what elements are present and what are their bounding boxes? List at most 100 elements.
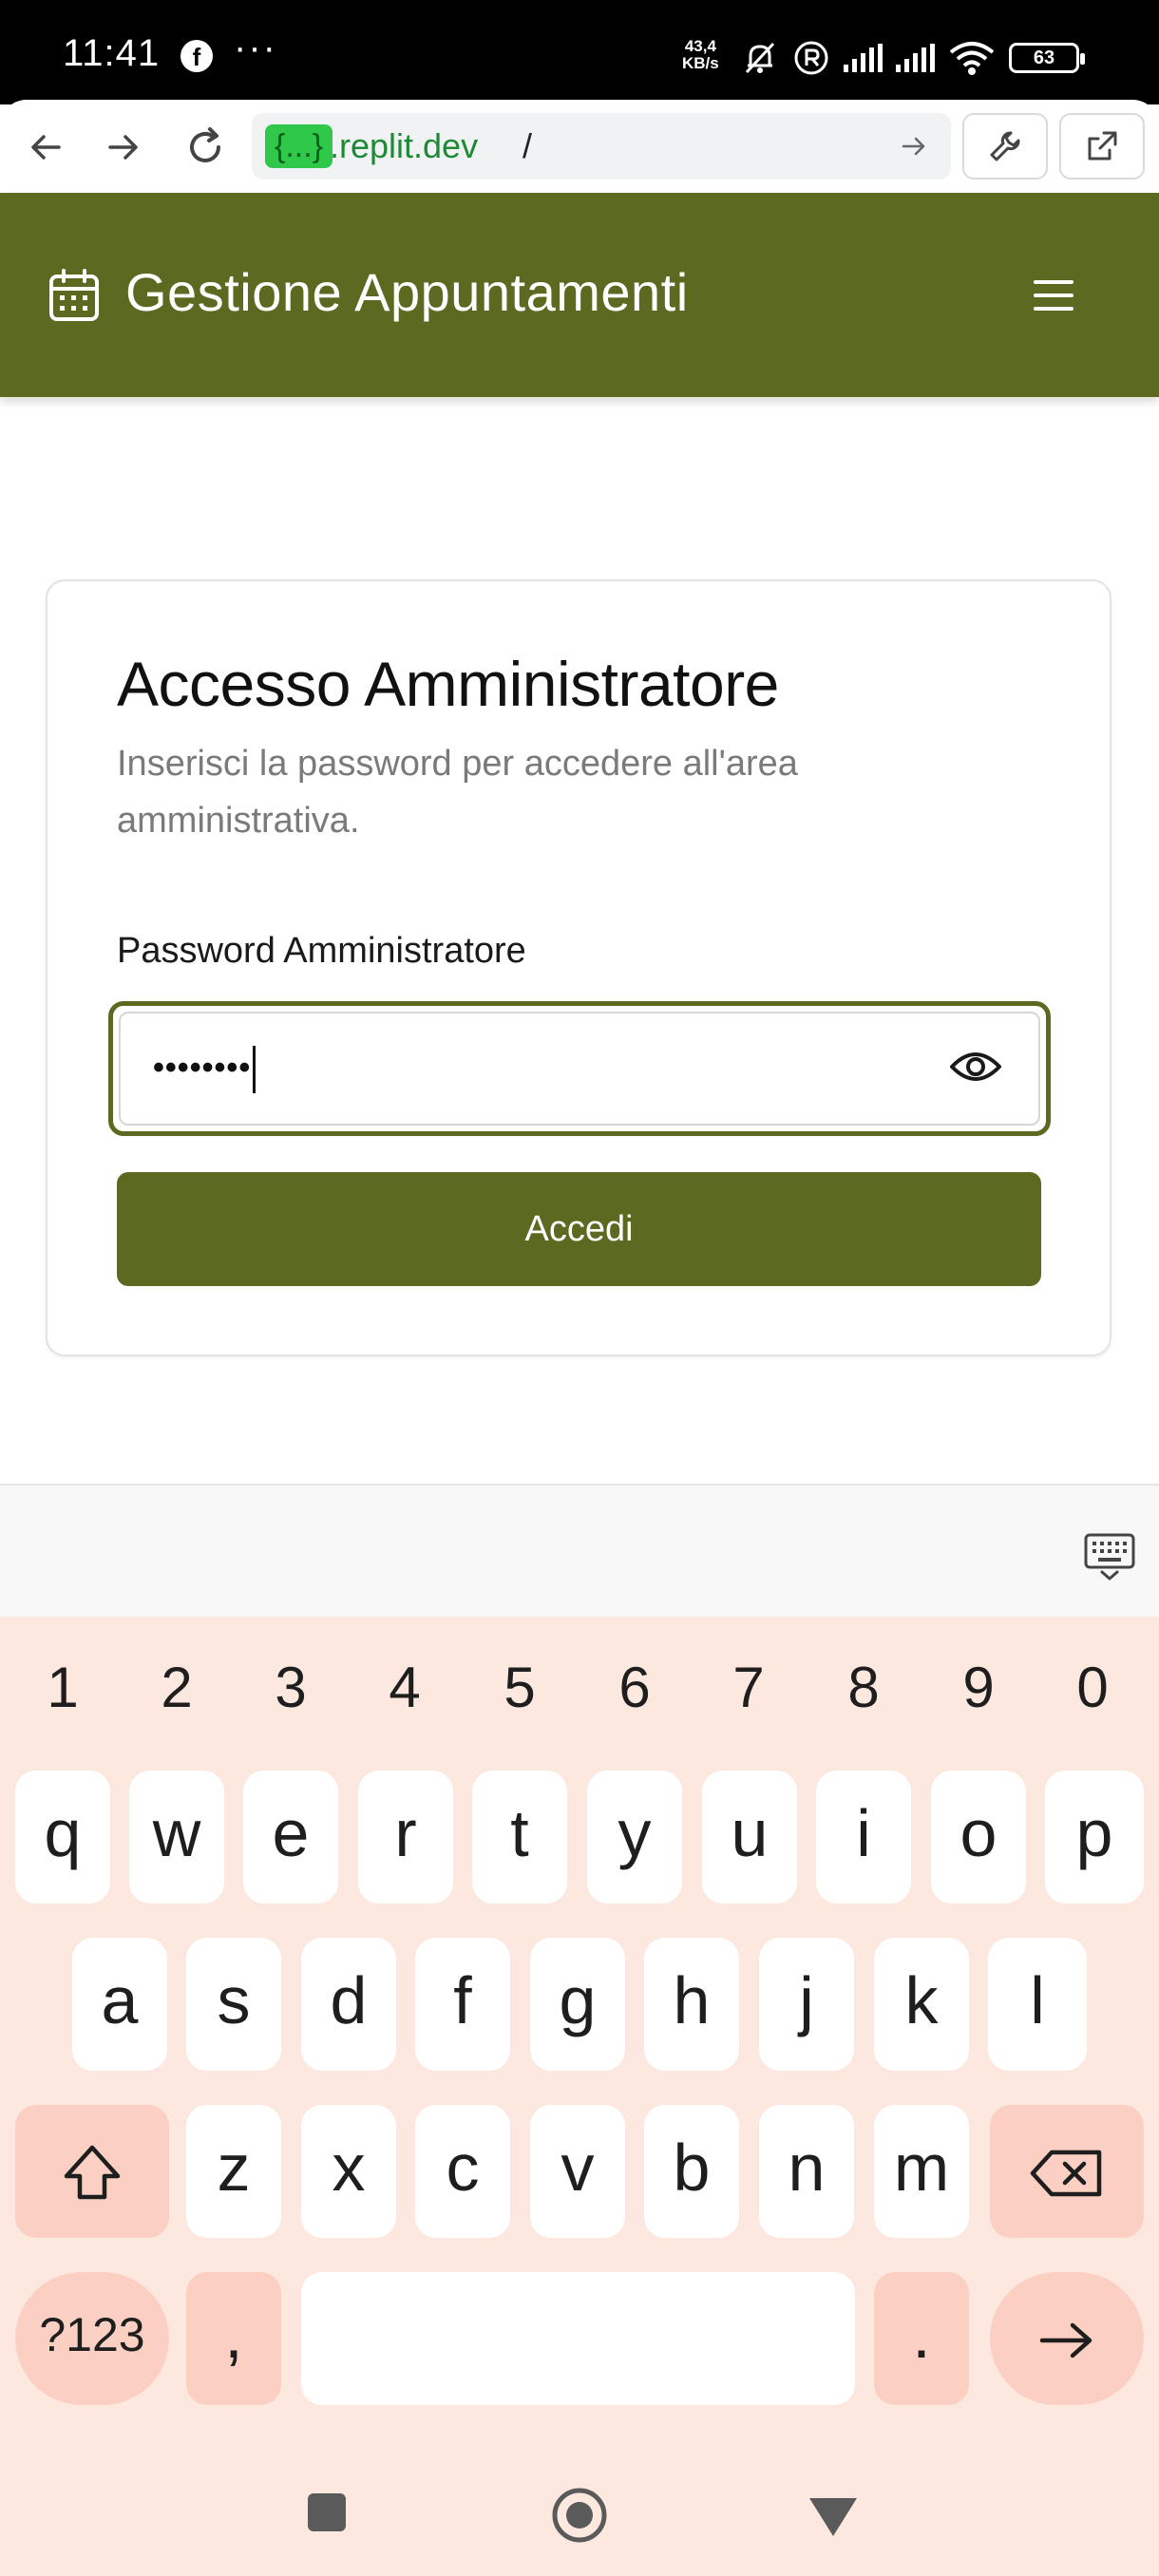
back-button[interactable] <box>19 121 72 174</box>
key-s[interactable]: s <box>186 1938 281 2071</box>
key-r[interactable]: r <box>358 1771 453 1904</box>
shift-icon <box>64 2145 121 2199</box>
shift-key[interactable] <box>15 2105 169 2238</box>
address-bar[interactable]: {...} .replit.dev / <box>252 113 951 180</box>
key-w[interactable]: w <box>129 1771 224 1904</box>
key-g[interactable]: g <box>530 1938 625 2071</box>
key-q[interactable]: q <box>15 1771 110 1904</box>
reload-icon <box>190 127 220 162</box>
key-v[interactable]: v <box>530 2105 625 2238</box>
hamburger-menu-button[interactable] <box>1026 271 1081 320</box>
external-link-icon <box>1088 131 1117 161</box>
calendar-icon <box>49 269 99 321</box>
key-5[interactable]: 5 <box>463 1645 577 1731</box>
number-row: 1 2 3 4 5 6 7 8 9 0 <box>0 1645 1159 1731</box>
key-0[interactable]: 0 <box>1036 1645 1150 1731</box>
more-notifications-icon: ··· <box>234 27 277 68</box>
login-submit-button[interactable]: Accedi <box>117 1172 1041 1286</box>
arrow-right-icon <box>108 135 138 160</box>
backspace-key[interactable] <box>990 2105 1144 2238</box>
signal-icon-sim1 <box>844 44 883 72</box>
forward-button[interactable] <box>97 121 150 174</box>
key-c[interactable]: c <box>415 2105 510 2238</box>
keyboard-toolbar <box>0 1484 1159 1617</box>
arrow-left-icon <box>31 135 61 160</box>
back-nav-button[interactable] <box>808 2496 859 2538</box>
toggle-password-visibility-button[interactable] <box>947 1040 1004 1093</box>
password-value: •••••••• <box>153 1046 256 1093</box>
text-caret <box>253 1046 256 1093</box>
network-speed: 43,4 KB/s <box>682 38 719 72</box>
network-speed-unit: KB/s <box>682 54 719 72</box>
url-tag: {...} <box>265 124 333 168</box>
key-k[interactable]: k <box>874 1938 969 2071</box>
wrench-icon <box>990 131 1020 161</box>
registered-icon <box>794 41 828 75</box>
key-t[interactable]: t <box>472 1771 567 1904</box>
key-j[interactable]: j <box>759 1938 854 2071</box>
wifi-icon <box>949 42 995 75</box>
reload-button[interactable] <box>179 121 232 174</box>
app-title: Gestione Appuntamenti <box>125 262 689 322</box>
arrow-right-icon <box>1039 2322 1092 2358</box>
password-masked-text: •••••••• <box>153 1049 252 1086</box>
status-time: 11:41 <box>63 32 161 74</box>
hamburger-icon <box>1034 280 1074 284</box>
key-p[interactable]: p <box>1045 1771 1144 1904</box>
browser-toolbar: {...} .replit.dev / <box>0 100 1159 193</box>
key-h[interactable]: h <box>644 1938 739 2071</box>
network-speed-value: 43,4 <box>684 37 716 55</box>
key-6[interactable]: 6 <box>578 1645 692 1731</box>
key-l[interactable]: l <box>988 1938 1087 2071</box>
signal-icon-sim2 <box>896 44 935 72</box>
key-y[interactable]: y <box>587 1771 682 1904</box>
symbols-key[interactable]: ?123 <box>15 2272 169 2405</box>
enter-key[interactable] <box>990 2272 1144 2405</box>
battery-icon: 63 <box>1009 43 1085 73</box>
url-domain: .replit.dev <box>330 126 479 165</box>
login-subtitle: Inserisci la password per accedere all'a… <box>117 744 798 841</box>
soft-keyboard: 1 2 3 4 5 6 7 8 9 0 q w e r t y u i o p … <box>0 1617 1159 2576</box>
open-external-button[interactable] <box>1059 113 1145 180</box>
mute-bell-icon <box>745 42 775 74</box>
key-m[interactable]: m <box>874 2105 969 2238</box>
go-button[interactable] <box>892 124 936 168</box>
key-3[interactable]: 3 <box>234 1645 348 1731</box>
key-u[interactable]: u <box>702 1771 797 1904</box>
screen: 11:41 f ··· 43,4 KB/s 63 {...} .replit.d… <box>0 0 1159 2576</box>
arrow-right-icon <box>902 137 925 156</box>
comma-key[interactable]: , <box>186 2272 281 2405</box>
password-label: Password Amministratore <box>117 931 526 971</box>
key-8[interactable]: 8 <box>807 1645 921 1731</box>
key-f[interactable]: f <box>415 1938 510 2071</box>
key-a[interactable]: a <box>72 1938 167 2071</box>
key-x[interactable]: x <box>301 2105 396 2238</box>
key-1[interactable]: 1 <box>6 1645 120 1731</box>
devtools-button[interactable] <box>962 113 1048 180</box>
period-key[interactable]: . <box>874 2272 969 2405</box>
password-field-focus-ring: •••••••• <box>108 1001 1051 1136</box>
key-2[interactable]: 2 <box>120 1645 234 1731</box>
key-9[interactable]: 9 <box>922 1645 1036 1731</box>
system-nav-bar <box>0 2453 1159 2576</box>
space-key[interactable] <box>301 2272 855 2405</box>
key-z[interactable]: z <box>186 2105 281 2238</box>
backspace-icon <box>1030 2150 1102 2196</box>
home-button[interactable] <box>551 2487 608 2544</box>
key-4[interactable]: 4 <box>348 1645 462 1731</box>
key-b[interactable]: b <box>644 2105 739 2238</box>
eye-icon <box>950 1052 1001 1081</box>
key-n[interactable]: n <box>759 2105 854 2238</box>
key-o[interactable]: o <box>931 1771 1026 1904</box>
key-e[interactable]: e <box>243 1771 338 1904</box>
status-icons: 63 <box>741 34 1085 82</box>
keyboard-icon[interactable] <box>1083 1529 1136 1582</box>
login-title: Accesso Amministratore <box>117 649 779 719</box>
key-7[interactable]: 7 <box>692 1645 806 1731</box>
password-input[interactable]: •••••••• <box>119 1012 1040 1126</box>
recents-button[interactable] <box>306 2491 348 2533</box>
key-i[interactable]: i <box>816 1771 911 1904</box>
login-card: Accesso Amministratore Inserisci la pass… <box>46 579 1112 1356</box>
key-d[interactable]: d <box>301 1938 396 2071</box>
status-bar: 11:41 f ··· 43,4 KB/s 63 <box>0 0 1159 104</box>
